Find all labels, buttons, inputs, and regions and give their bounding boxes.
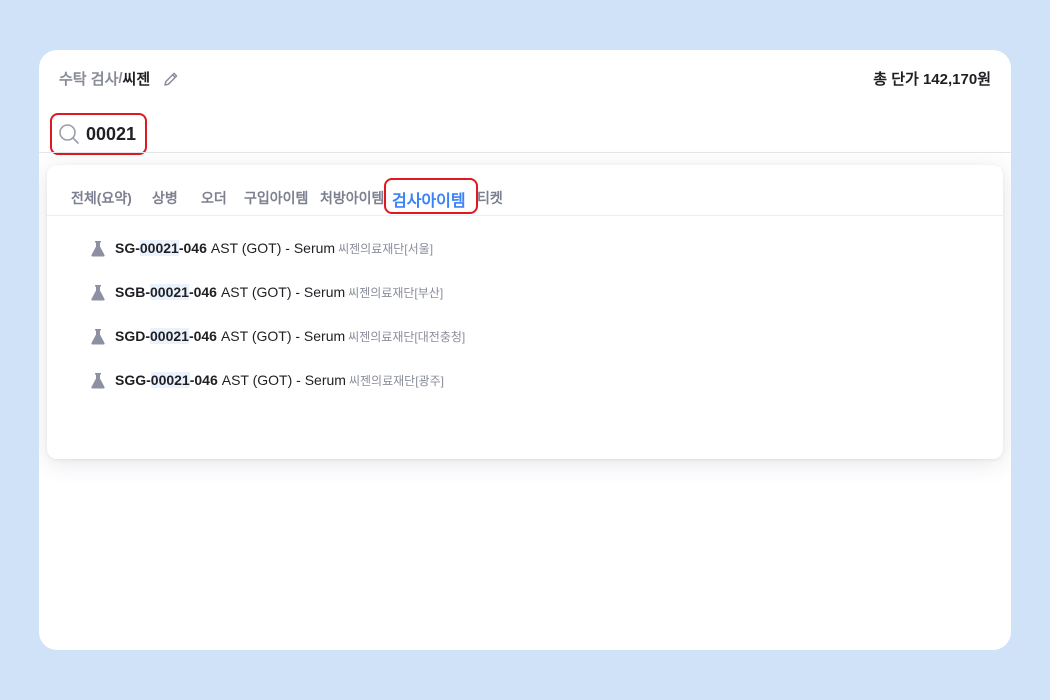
result-lab: 씨젠의료재단[서울] bbox=[338, 241, 434, 256]
result-item[interactable]: SGD-00021-046 AST (GOT) - Serum 씨젠의료재단[대… bbox=[91, 325, 465, 347]
result-item[interactable]: SGB-00021-046 AST (GOT) - Serum 씨젠의료재단[부… bbox=[91, 281, 443, 303]
result-name: AST (GOT) - Serum bbox=[221, 372, 346, 388]
result-lab: 씨젠의료재단[광주] bbox=[348, 373, 444, 388]
search-box[interactable] bbox=[50, 113, 147, 155]
search-icon bbox=[58, 123, 80, 145]
breadcrumb: 수탁 검사 / 씨젠 bbox=[59, 68, 180, 89]
tab-summary[interactable]: 전체(요약) bbox=[71, 188, 132, 208]
tab-purchase-items[interactable]: 구입아이템 bbox=[244, 188, 308, 208]
result-name: AST (GOT) - Serum bbox=[220, 328, 346, 344]
result-item[interactable]: SGG-00021-046 AST (GOT) - Serum 씨젠의료재단[광… bbox=[91, 369, 444, 391]
total-price: 총 단가 142,170원 bbox=[873, 71, 991, 88]
result-lab: 씨젠의료재단[대전충청] bbox=[348, 329, 466, 344]
tab-order[interactable]: 오더 bbox=[201, 188, 227, 208]
search-input[interactable] bbox=[86, 123, 144, 145]
pencil-icon[interactable] bbox=[162, 70, 180, 88]
tab-prescription-items[interactable]: 처방아이템 bbox=[320, 188, 384, 208]
category-tabs: 전체(요약) 상병 오더 구입아이템 처방아이템 검사아이템 티켓 bbox=[47, 165, 1003, 216]
search-panel: 수탁 검사 / 씨젠 총 단가 142,170원 전체(요약) 상병 오더 구입… bbox=[39, 50, 1011, 650]
result-name: AST (GOT) - Serum bbox=[220, 284, 346, 300]
result-code: SGD-00021-046 bbox=[115, 328, 217, 344]
tab-ticket[interactable]: 티켓 bbox=[477, 188, 503, 208]
flask-icon bbox=[91, 328, 105, 345]
flask-icon bbox=[91, 240, 105, 257]
result-code: SG-00021-046 bbox=[115, 240, 207, 256]
result-item[interactable]: SG-00021-046 AST (GOT) - Serum 씨젠의료재단[서울… bbox=[91, 237, 433, 259]
flask-icon bbox=[91, 372, 105, 389]
search-results-dropdown: 전체(요약) 상병 오더 구입아이템 처방아이템 검사아이템 티켓 SG-000… bbox=[47, 165, 1003, 459]
result-name: AST (GOT) - Serum bbox=[210, 240, 336, 256]
active-tab-highlight bbox=[384, 178, 478, 214]
breadcrumb-parent[interactable]: 수탁 검사 bbox=[59, 68, 118, 89]
breadcrumb-current: 씨젠 bbox=[122, 71, 151, 88]
tab-diagnosis[interactable]: 상병 bbox=[152, 188, 178, 208]
result-lab: 씨젠의료재단[부산] bbox=[348, 285, 444, 300]
flask-icon bbox=[91, 284, 105, 301]
result-code: SGB-00021-046 bbox=[115, 284, 217, 300]
divider bbox=[39, 152, 1011, 153]
result-code: SGG-00021-046 bbox=[115, 372, 218, 388]
